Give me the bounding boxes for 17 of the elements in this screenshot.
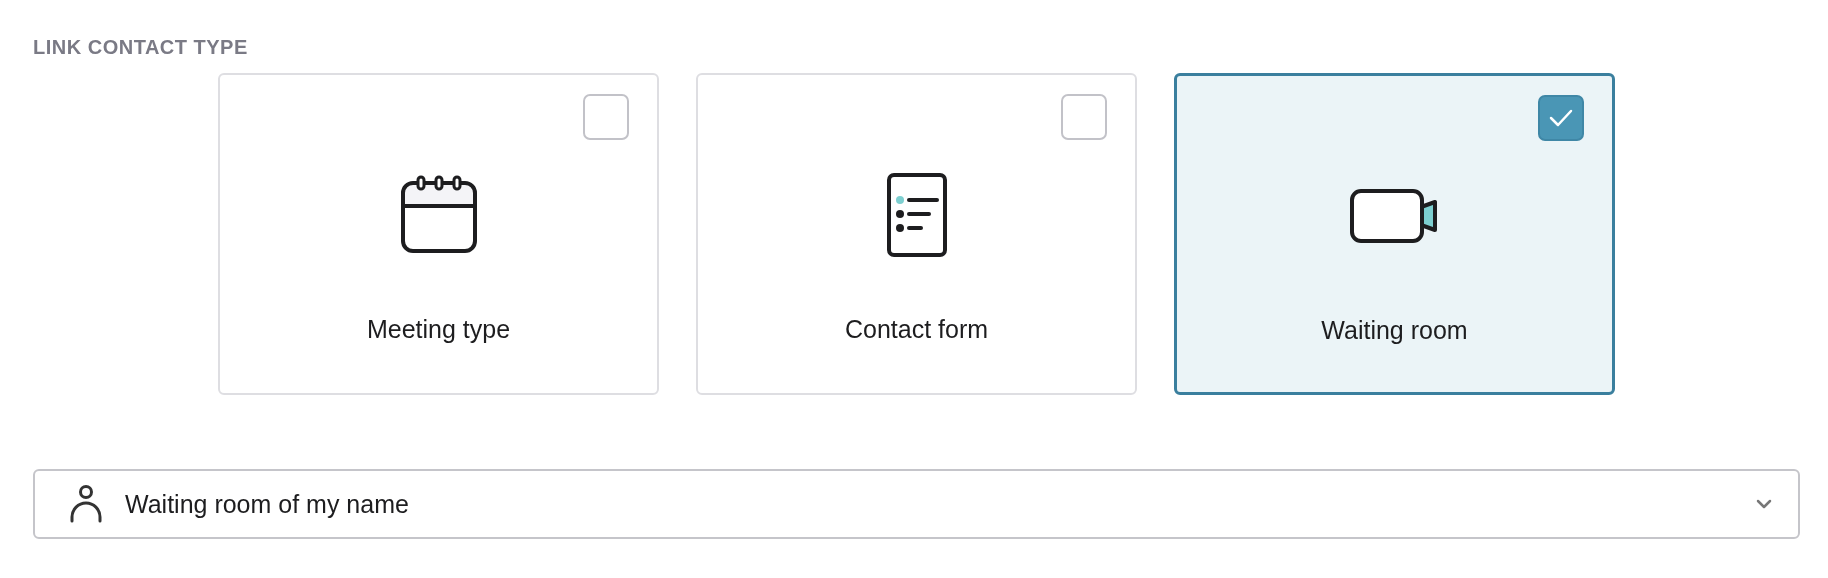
checkbox[interactable] bbox=[1061, 94, 1107, 140]
option-card[interactable]: Waiting room bbox=[1174, 73, 1615, 395]
section-label: LINK CONTACT TYPE bbox=[33, 36, 249, 59]
person-icon bbox=[69, 484, 103, 524]
option-card[interactable]: Contact form bbox=[696, 73, 1137, 395]
dropdown-value: Waiting room of my name bbox=[125, 489, 410, 519]
checkmark-icon bbox=[1548, 108, 1574, 128]
option-label: Meeting type bbox=[366, 315, 511, 344]
checkbox[interactable] bbox=[1538, 95, 1584, 141]
dropdown[interactable]: Waiting room of my name bbox=[33, 469, 1800, 539]
option-label: Waiting room bbox=[1321, 316, 1468, 345]
chevron-down-icon bbox=[1756, 499, 1772, 509]
document-list-icon bbox=[885, 172, 948, 258]
option-card[interactable]: Meeting type bbox=[218, 73, 659, 395]
option-label: Contact form bbox=[844, 315, 989, 344]
checkbox[interactable] bbox=[583, 94, 629, 140]
calendar-icon bbox=[399, 175, 478, 255]
